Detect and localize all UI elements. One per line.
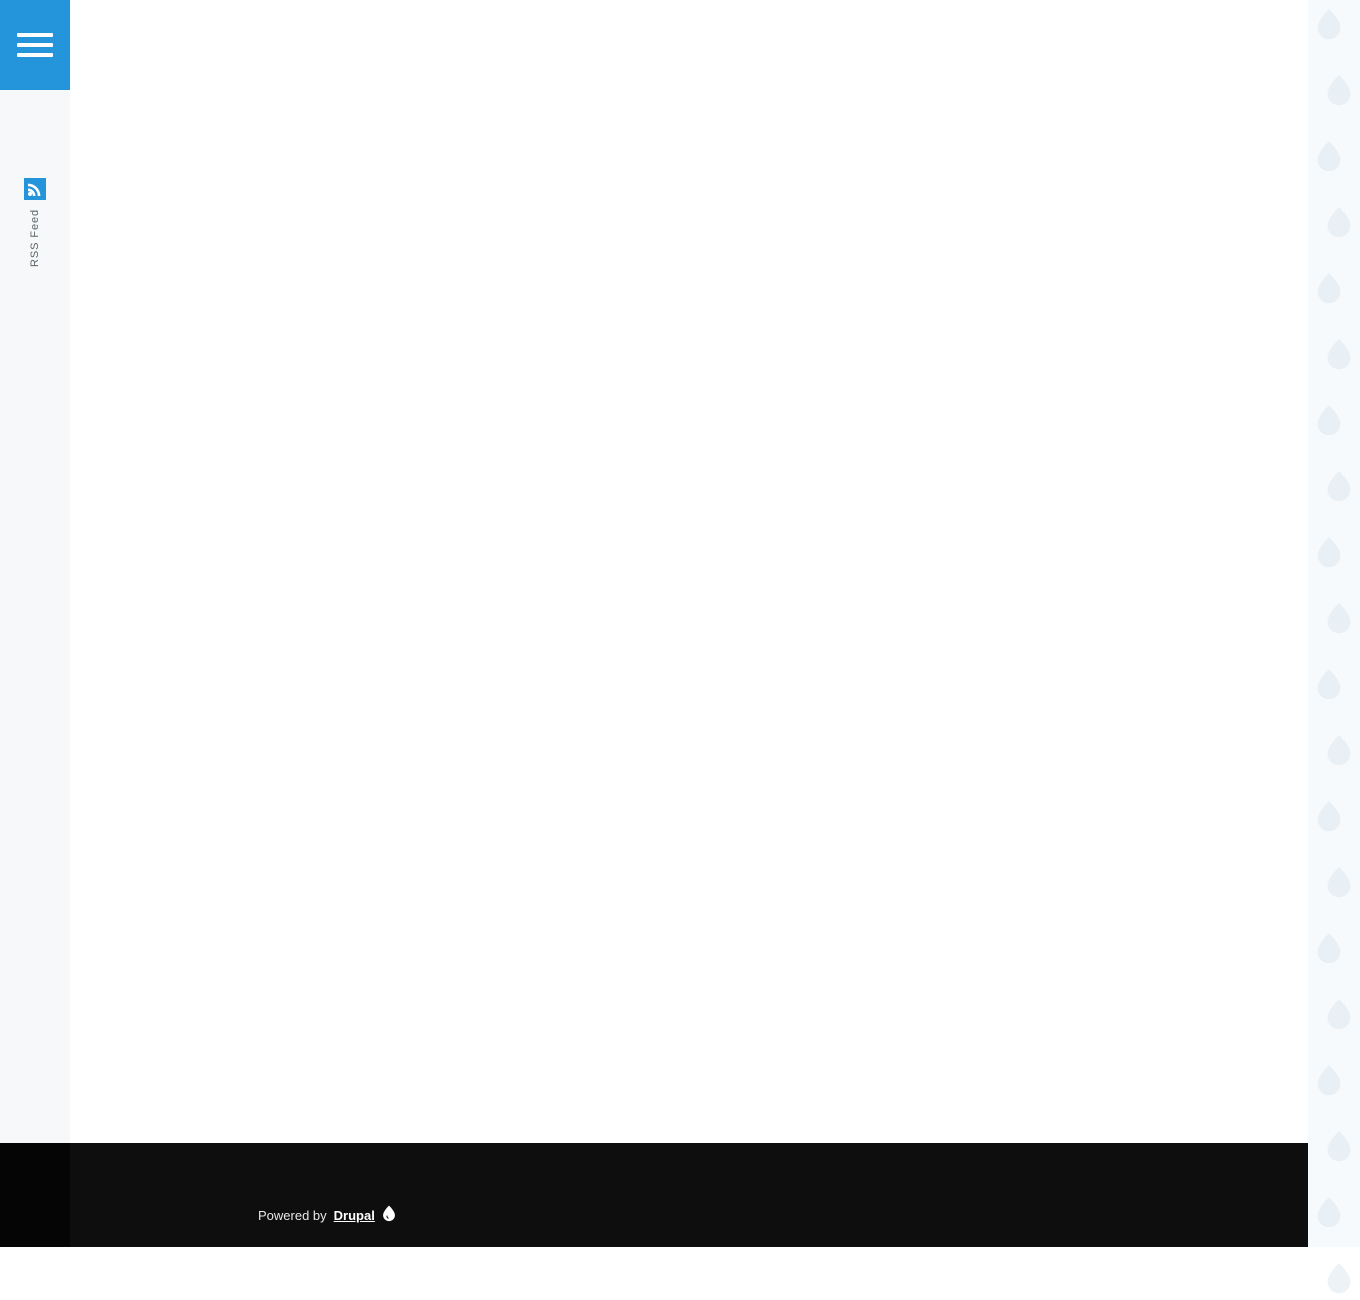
footer-left-edge [0, 1143, 70, 1247]
drupal-droplet-icon [382, 1205, 396, 1225]
rss-feed-label: RSS Feed [29, 209, 41, 267]
footer-credit: Powered by Drupal [258, 1205, 396, 1225]
rss-icon [24, 178, 46, 200]
rss-feed-link[interactable]: RSS Feed [22, 178, 48, 267]
drupal-link[interactable]: Drupal [334, 1208, 375, 1223]
left-rail: RSS Feed [0, 0, 70, 1143]
hamburger-menu-button[interactable] [0, 0, 70, 90]
powered-by-text: Powered by [258, 1207, 327, 1223]
page-content [70, 0, 1308, 1143]
hamburger-icon-bar-3 [17, 53, 53, 57]
hamburger-icon-bar-2 [17, 43, 53, 47]
droplet-icon [1324, 1262, 1354, 1295]
hamburger-icon [17, 33, 53, 37]
footer [0, 1143, 1308, 1247]
